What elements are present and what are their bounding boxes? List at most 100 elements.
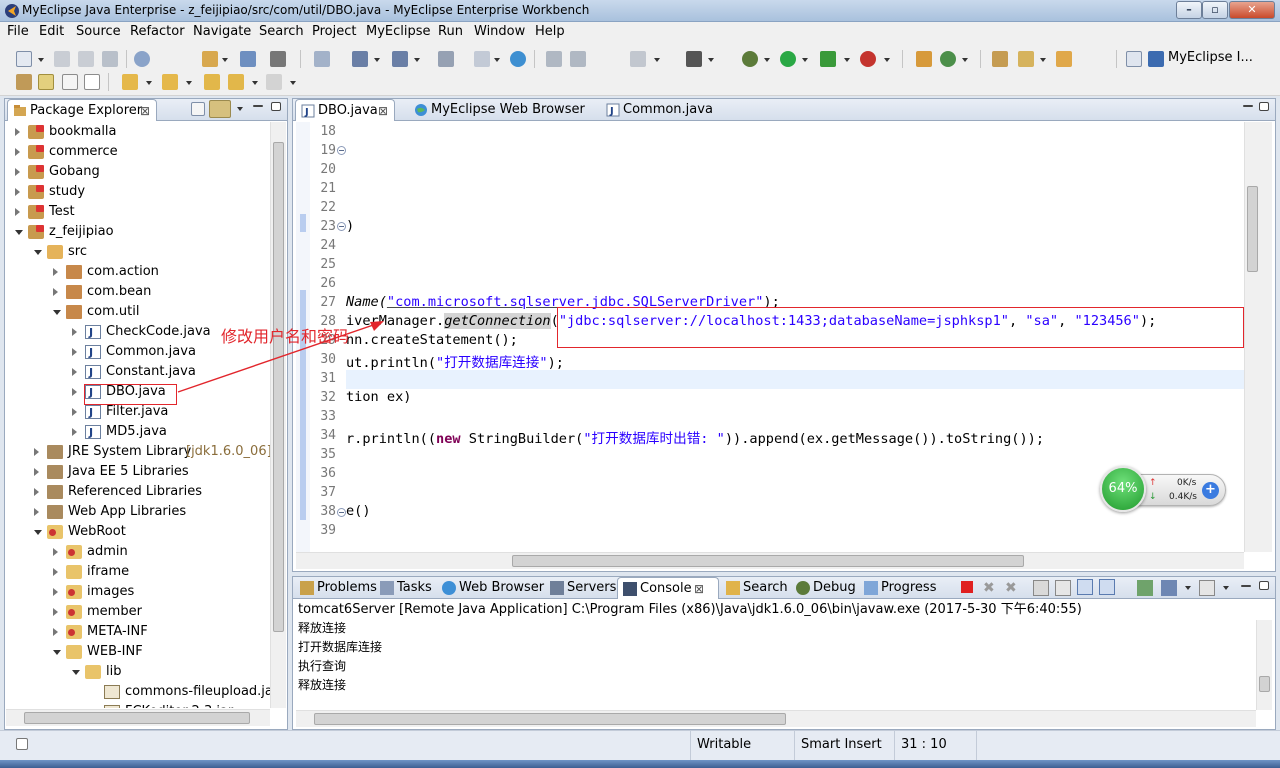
perspective-label[interactable]: MyEclipse I... xyxy=(1168,50,1253,65)
run-icon[interactable] xyxy=(780,51,796,67)
package-explorer-vscroll[interactable] xyxy=(270,122,286,708)
new-package-dropdown-icon[interactable] xyxy=(222,58,228,62)
maximize-view-icon[interactable] xyxy=(271,102,281,111)
camera-icon[interactable] xyxy=(686,51,702,67)
show-console-stderr-icon[interactable] xyxy=(1099,579,1115,595)
collapsed-arrow-icon[interactable] xyxy=(53,288,58,296)
menu-myeclipse[interactable]: MyEclipse xyxy=(366,24,431,39)
editor-vscroll[interactable] xyxy=(1244,122,1260,552)
compare-icon[interactable] xyxy=(570,51,586,67)
tab-console[interactable]: Console ⊠ xyxy=(617,577,719,599)
expanded-arrow-icon[interactable] xyxy=(34,530,42,535)
tab-progress[interactable]: Progress xyxy=(859,577,941,599)
tab-common-java[interactable]: J Common.java xyxy=(601,99,721,121)
console-output[interactable]: 释放连接 打开数据库连接 执行查询 释放连接 xyxy=(296,620,1256,710)
close-view-icon[interactable]: ⊠ xyxy=(140,100,150,122)
tree-item[interactable]: JRE System Library [jdk1.6.0_06] xyxy=(6,442,270,462)
collapsed-arrow-icon[interactable] xyxy=(72,368,77,376)
display-console-dropdown-icon[interactable] xyxy=(1185,586,1191,590)
terminate-icon[interactable] xyxy=(961,581,973,593)
new-package-icon[interactable] xyxy=(202,51,218,67)
tab-tasks[interactable]: Tasks xyxy=(375,577,437,599)
collapsed-arrow-icon[interactable] xyxy=(53,588,58,596)
server-manage-dropdown-icon[interactable] xyxy=(414,58,420,62)
menu-project[interactable]: Project xyxy=(312,24,356,39)
maximize-button[interactable]: ▫ xyxy=(1202,1,1228,19)
tree-item[interactable]: WebRoot xyxy=(6,522,270,542)
tree-item[interactable]: MD5.java xyxy=(6,422,270,443)
minimize-editor-icon[interactable] xyxy=(1243,105,1253,107)
menu-navigate[interactable]: Navigate xyxy=(193,24,251,39)
expanded-arrow-icon[interactable] xyxy=(53,650,61,655)
tree-item[interactable]: FCKeditor-2.3.jar xyxy=(6,702,270,708)
pen-dropdown-icon[interactable] xyxy=(1040,58,1046,62)
pen-icon[interactable] xyxy=(1018,51,1034,67)
collapsed-arrow-icon[interactable] xyxy=(34,448,39,456)
last-edit-icon[interactable] xyxy=(204,74,220,90)
debug-dropdown-icon[interactable] xyxy=(764,58,770,62)
tab-search[interactable]: Search xyxy=(721,577,791,599)
tab-dbo-java[interactable]: J DBO.java ⊠ xyxy=(295,99,395,121)
display-console-icon[interactable] xyxy=(1161,580,1177,596)
tree-item[interactable]: commerce xyxy=(6,142,270,162)
tab-web-browser[interactable]: MyEclipse Web Browser xyxy=(409,99,589,121)
collapsed-arrow-icon[interactable] xyxy=(15,148,20,156)
menu-edit[interactable]: Edit xyxy=(39,24,64,39)
network-speed-widget[interactable]: ↑ 0K/s ↓ 0.4K/s 64% + xyxy=(1100,466,1228,512)
open-folder-icon[interactable] xyxy=(992,51,1008,67)
maximize-console-icon[interactable] xyxy=(1259,581,1269,590)
external-tools-icon[interactable] xyxy=(860,51,876,67)
new-class-dropdown-icon[interactable] xyxy=(962,58,968,62)
collapsed-arrow-icon[interactable] xyxy=(72,428,77,436)
forward-dropdown-icon[interactable] xyxy=(290,81,296,85)
back-icon[interactable] xyxy=(228,74,244,90)
show-console-stdout-icon[interactable] xyxy=(1077,579,1093,595)
menu-run[interactable]: Run xyxy=(438,24,463,39)
tree-item[interactable]: lib xyxy=(6,662,270,682)
tree-item[interactable]: Test xyxy=(6,202,270,222)
tree-item[interactable]: commons-fileupload.jar xyxy=(6,682,270,702)
tree-item[interactable]: META-INF xyxy=(6,622,270,642)
run-profile-icon[interactable] xyxy=(820,51,836,67)
plus-icon[interactable]: + xyxy=(1202,482,1219,499)
collapsed-arrow-icon[interactable] xyxy=(72,348,77,356)
pin-console-icon[interactable] xyxy=(1137,580,1153,596)
editor-hscroll-thumb[interactable] xyxy=(512,555,1024,567)
collapsed-arrow-icon[interactable] xyxy=(53,548,58,556)
forward-icon[interactable] xyxy=(266,74,282,90)
editor-vscroll-thumb[interactable] xyxy=(1247,186,1258,272)
collapsed-arrow-icon[interactable] xyxy=(34,468,39,476)
form-dropdown-icon[interactable] xyxy=(494,58,500,62)
package-explorer-hscroll-thumb[interactable] xyxy=(24,712,250,724)
console-vscroll-thumb[interactable] xyxy=(1259,676,1270,692)
close-button[interactable]: ✕ xyxy=(1229,1,1275,19)
collapsed-arrow-icon[interactable] xyxy=(34,488,39,496)
open-perspective-button-icon[interactable] xyxy=(1126,51,1142,67)
view-menu-icon[interactable] xyxy=(237,107,243,111)
tree-item[interactable]: bookmalla xyxy=(6,122,270,142)
expanded-arrow-icon[interactable] xyxy=(72,670,80,675)
tab-package-explorer[interactable]: Package Explorer ⊠ xyxy=(7,99,157,121)
tree-item[interactable]: Gobang xyxy=(6,162,270,182)
print-icon[interactable] xyxy=(102,51,118,67)
minimize-console-icon[interactable] xyxy=(1241,585,1251,587)
collapsed-arrow-icon[interactable] xyxy=(53,628,58,636)
fast-view-icon[interactable] xyxy=(16,738,28,750)
tab-debug[interactable]: Debug xyxy=(791,577,859,599)
show-whitespace-icon[interactable] xyxy=(84,74,100,90)
tree-item[interactable]: study xyxy=(6,182,270,202)
collapsed-arrow-icon[interactable] xyxy=(72,388,77,396)
clear-console-icon[interactable] xyxy=(1033,580,1049,596)
deploy-icon[interactable] xyxy=(314,51,330,67)
camera-dropdown-icon[interactable] xyxy=(708,58,714,62)
package-explorer-hscroll[interactable] xyxy=(6,709,270,726)
collapsed-arrow-icon[interactable] xyxy=(72,328,77,336)
database-icon[interactable] xyxy=(630,51,646,67)
editor-hscroll[interactable] xyxy=(296,552,1244,569)
collapsed-arrow-icon[interactable] xyxy=(53,568,58,576)
tree-item[interactable]: admin xyxy=(6,542,270,562)
fold-collapse-icon[interactable] xyxy=(337,146,346,155)
open-type-icon[interactable] xyxy=(240,51,256,67)
collapsed-arrow-icon[interactable] xyxy=(15,128,20,136)
collapsed-arrow-icon[interactable] xyxy=(72,408,77,416)
